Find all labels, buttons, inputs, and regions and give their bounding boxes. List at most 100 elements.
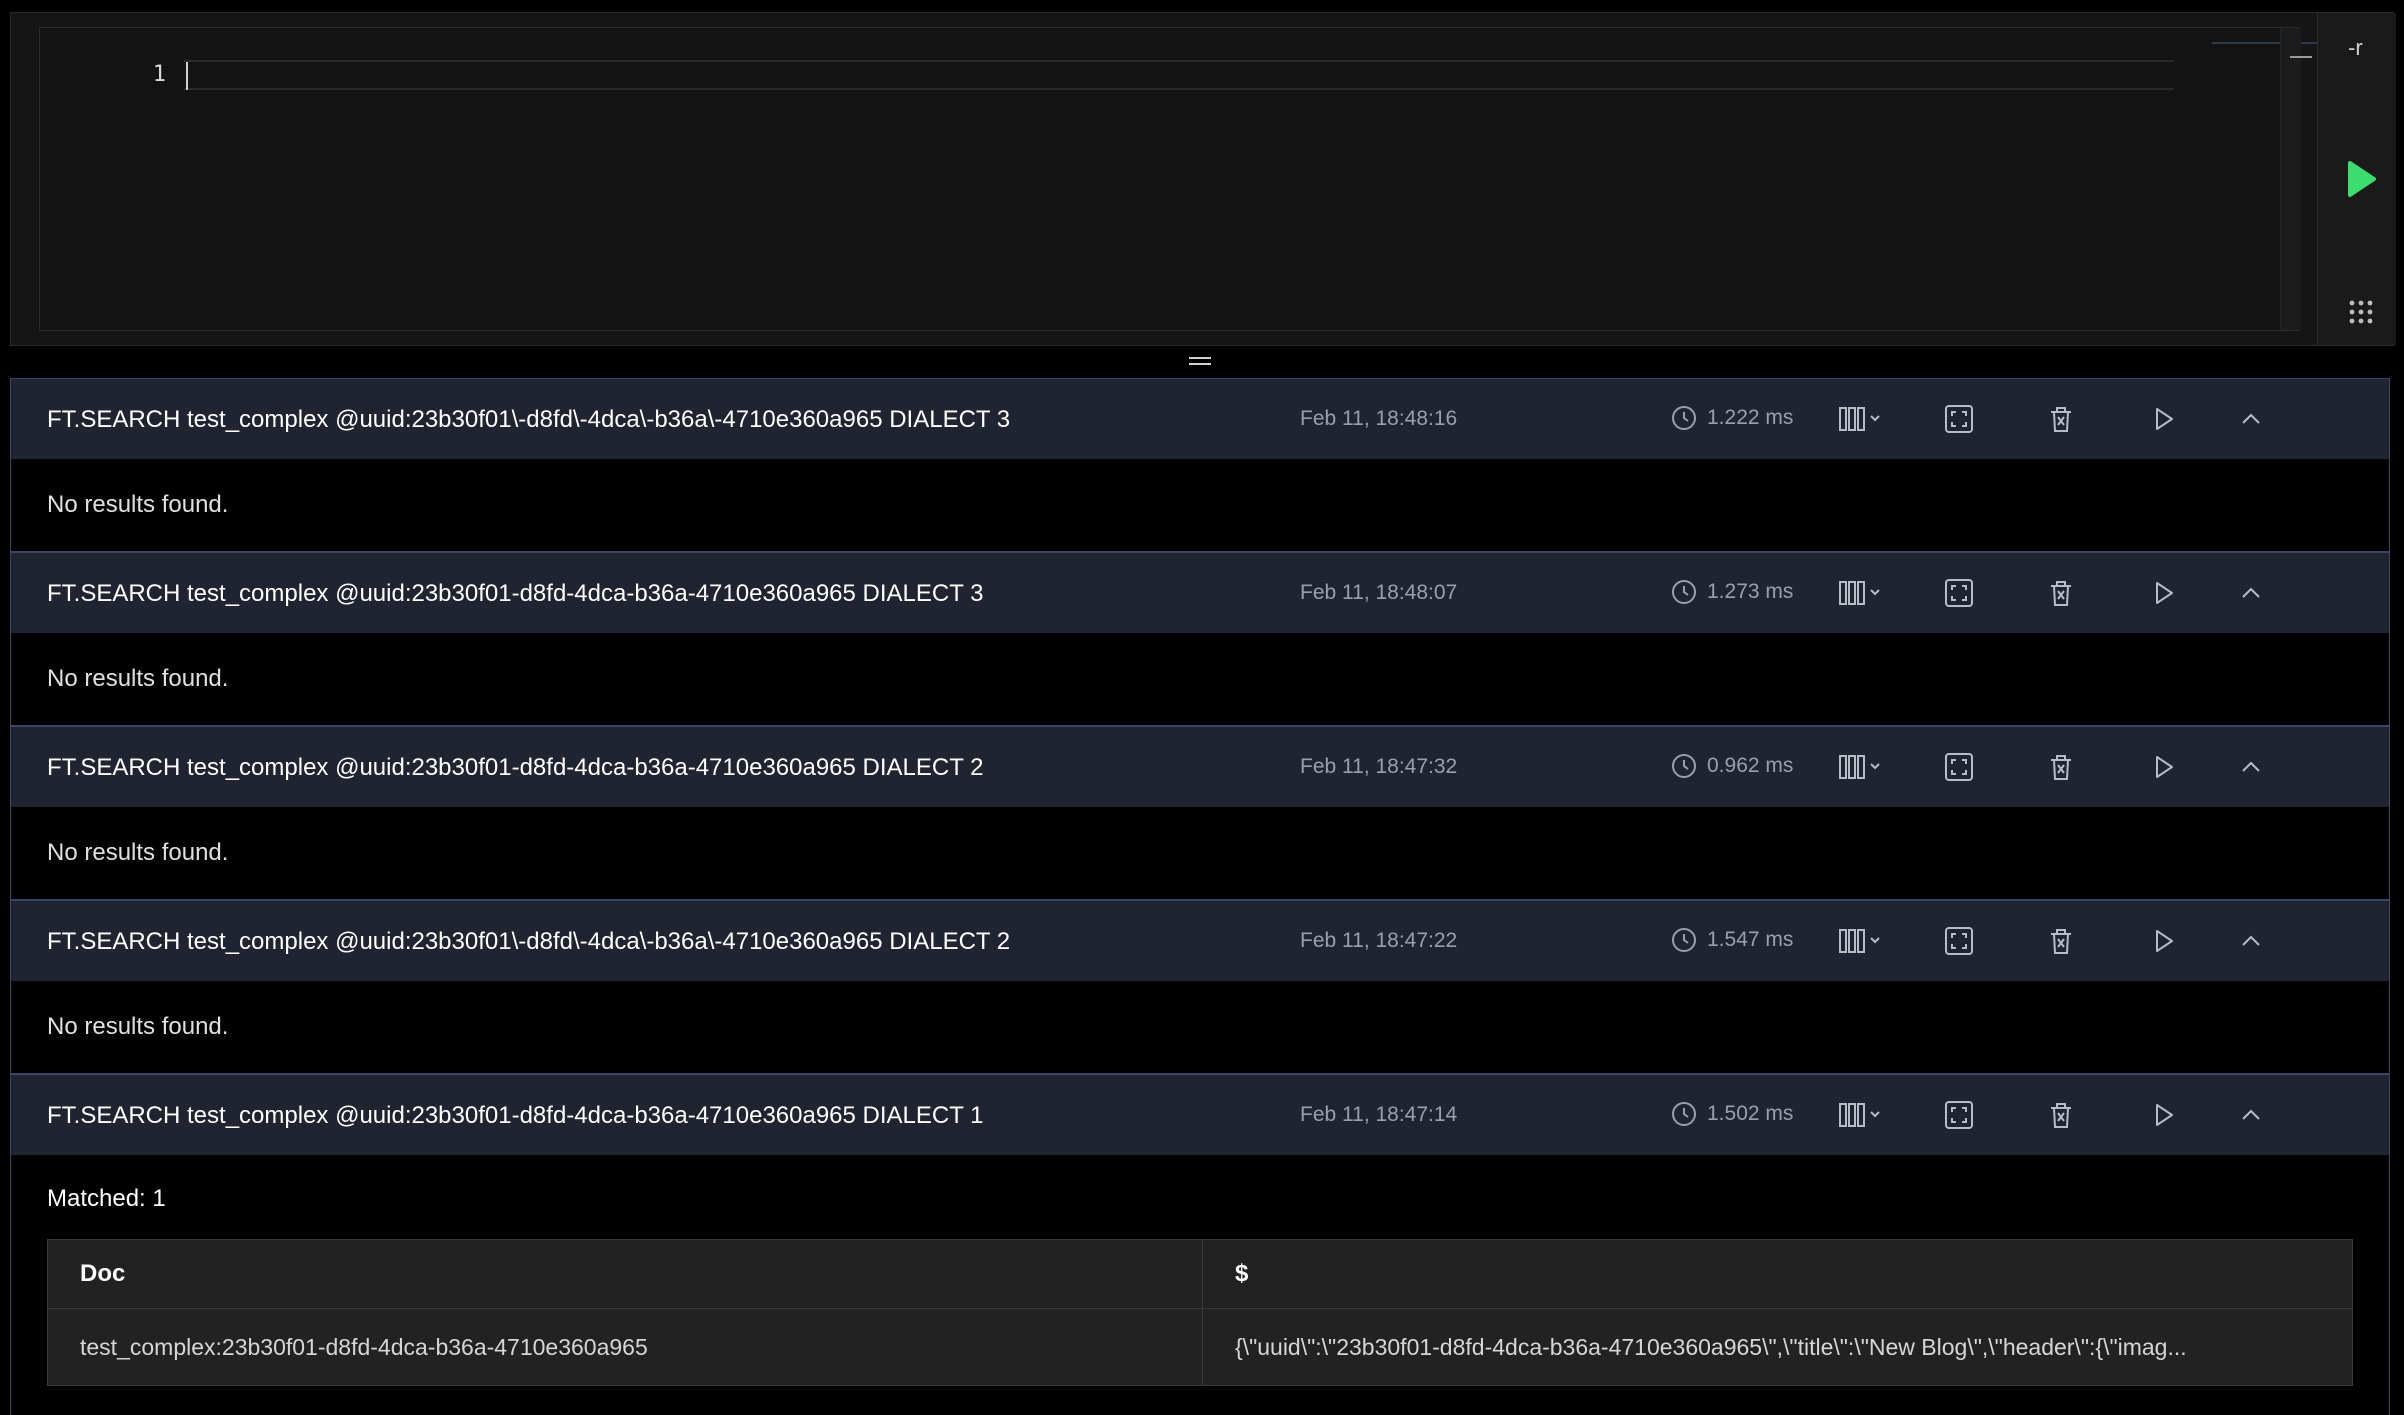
query-editor[interactable]: 1: [39, 27, 2328, 331]
execution-time: 1.273 ms: [1671, 579, 1793, 605]
raw-mode-toggle[interactable]: -r: [2348, 35, 2363, 61]
rerun-button[interactable]: [2145, 1097, 2181, 1133]
current-line-highlight: [184, 60, 2174, 90]
line-number: 1: [152, 62, 166, 87]
fullscreen-icon: [1945, 927, 1973, 955]
result-body: No results found.: [11, 807, 2389, 899]
collapse-button[interactable]: [2233, 575, 2269, 611]
query-editor-panel: 1 -r: [10, 12, 2396, 346]
table-row[interactable]: test_complex:23b30f01-d8fd-4dca-b36a-471…: [47, 1308, 2353, 1386]
collapse-button[interactable]: [2233, 401, 2269, 437]
no-results-text: No results found.: [47, 839, 229, 866]
json-cell: {\"uuid\":\"23b30f01-d8fd-4dca-b36a-4710…: [1202, 1308, 2353, 1386]
view-mode-button[interactable]: [1837, 575, 1891, 611]
fullscreen-icon: [1945, 753, 1973, 781]
result-header[interactable]: FT.SEARCH test_complex @uuid:23b30f01-d8…: [11, 1075, 2389, 1155]
run-button[interactable]: [2344, 159, 2378, 199]
clock-icon: [1672, 1102, 1696, 1126]
fullscreen-button[interactable]: [1941, 923, 1977, 959]
scrollbar-marker: [2290, 56, 2312, 58]
fullscreen-icon: [1945, 579, 1973, 607]
delete-button[interactable]: [2043, 749, 2079, 785]
delete-button[interactable]: [2043, 575, 2079, 611]
collapse-button[interactable]: [2233, 749, 2269, 785]
result-body: No results found.: [11, 459, 2389, 551]
text-cursor: [186, 62, 188, 90]
result-header[interactable]: FT.SEARCH test_complex @uuid:23b30f01-d8…: [11, 553, 2389, 633]
execution-time-value: 1.222 ms: [1707, 406, 1794, 429]
rerun-button[interactable]: [2145, 923, 2181, 959]
result-body: No results found.: [11, 981, 2389, 1073]
execution-time-value: 1.273 ms: [1707, 580, 1794, 603]
clock-icon: [1672, 406, 1696, 430]
result-header[interactable]: FT.SEARCH test_complex @uuid:23b30f01\-d…: [11, 901, 2389, 981]
table-header-row: Doc $: [47, 1239, 2353, 1309]
rerun-button[interactable]: [2145, 575, 2181, 611]
view-mode-button[interactable]: [1837, 401, 1891, 437]
delete-button[interactable]: [2043, 1097, 2079, 1133]
panel-resize-handle[interactable]: [1188, 354, 1212, 366]
result-timestamp: Feb 11, 18:47:22: [1300, 929, 1458, 952]
result-timestamp: Feb 11, 18:47:14: [1300, 1103, 1458, 1126]
trash-icon: [2051, 1103, 2071, 1128]
fullscreen-button[interactable]: [1941, 1097, 1977, 1133]
view-mode-button[interactable]: [1837, 1097, 1891, 1133]
column-view-icon: [1839, 407, 1880, 431]
execution-time-value: 0.962 ms: [1707, 754, 1794, 777]
execution-time-value: 1.502 ms: [1707, 1102, 1794, 1125]
execution-time-value: 1.547 ms: [1707, 928, 1794, 951]
fullscreen-icon: [1945, 1101, 1973, 1129]
view-mode-button[interactable]: [1837, 749, 1891, 785]
collapse-button[interactable]: [2233, 1097, 2269, 1133]
chevron-up-icon: [2242, 413, 2260, 424]
delete-button[interactable]: [2043, 923, 2079, 959]
result-timestamp: Feb 11, 18:48:16: [1300, 407, 1458, 430]
play-outline-icon: [2156, 1104, 2173, 1126]
view-mode-button[interactable]: [1837, 923, 1891, 959]
results-list: FT.SEARCH test_complex @uuid:23b30f01\-d…: [10, 378, 2390, 1415]
collapse-button[interactable]: [2233, 923, 2269, 959]
commands-grid-icon[interactable]: [2348, 299, 2374, 325]
play-outline-icon: [2156, 756, 2173, 778]
column-view-icon: [1839, 755, 1880, 779]
trash-icon: [2051, 581, 2071, 606]
result-card: FT.SEARCH test_complex @uuid:23b30f01-d8…: [10, 552, 2390, 726]
result-header[interactable]: FT.SEARCH test_complex @uuid:23b30f01-d8…: [11, 727, 2389, 807]
play-triangle-icon: [2348, 161, 2376, 197]
trash-icon: [2051, 929, 2071, 954]
result-timestamp: Feb 11, 18:48:07: [1300, 581, 1458, 604]
execution-time: 1.547 ms: [1671, 927, 1793, 953]
results-table: Doc $ test_complex:23b30f01-d8fd-4dca-b3…: [47, 1239, 2353, 1386]
result-command: FT.SEARCH test_complex @uuid:23b30f01-d8…: [47, 1102, 984, 1129]
delete-button[interactable]: [2043, 401, 2079, 437]
play-outline-icon: [2156, 408, 2173, 430]
trash-icon: [2051, 407, 2071, 432]
fullscreen-button[interactable]: [1941, 749, 1977, 785]
rerun-button[interactable]: [2145, 749, 2181, 785]
chevron-up-icon: [2242, 761, 2260, 772]
result-command: FT.SEARCH test_complex @uuid:23b30f01\-d…: [47, 406, 1011, 433]
fullscreen-button[interactable]: [1941, 575, 1977, 611]
result-command: FT.SEARCH test_complex @uuid:23b30f01-d8…: [47, 580, 984, 607]
result-body: No results found.: [11, 633, 2389, 725]
column-header-doc[interactable]: Doc: [47, 1239, 1203, 1309]
fullscreen-button[interactable]: [1941, 401, 1977, 437]
clock-icon: [1672, 928, 1696, 952]
result-body: Matched: 1 Doc $ test_complex:23b30f01-d…: [11, 1155, 2389, 1415]
clock-icon: [1672, 580, 1696, 604]
result-header[interactable]: FT.SEARCH test_complex @uuid:23b30f01\-d…: [11, 379, 2389, 459]
no-results-text: No results found.: [47, 665, 229, 692]
column-view-icon: [1839, 581, 1880, 605]
trash-icon: [2051, 755, 2071, 780]
chevron-up-icon: [2242, 935, 2260, 946]
column-view-icon: [1839, 929, 1880, 953]
clock-icon: [1672, 754, 1696, 778]
editor-scrollbar[interactable]: [2280, 28, 2301, 330]
play-outline-icon: [2156, 582, 2173, 604]
rerun-button[interactable]: [2145, 401, 2181, 437]
column-view-icon: [1839, 1103, 1880, 1127]
result-card: FT.SEARCH test_complex @uuid:23b30f01-d8…: [10, 1074, 2390, 1415]
column-header-json[interactable]: $: [1202, 1239, 2353, 1309]
execution-time: 0.962 ms: [1671, 753, 1793, 779]
matched-count: Matched: 1: [47, 1185, 166, 1212]
